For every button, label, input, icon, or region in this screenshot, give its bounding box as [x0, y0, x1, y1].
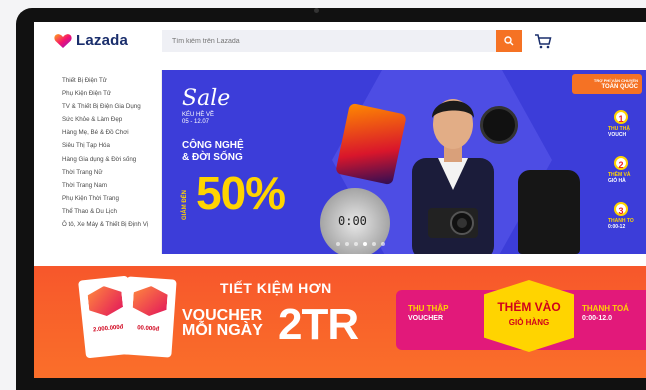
carousel-dot[interactable] — [372, 242, 376, 246]
promo-steps: THU THẬP VOUCHER THÊM VÀO GIỎ HÀNG THANH… — [396, 280, 646, 352]
voucher-card: 00.000đ — [121, 276, 177, 358]
carousel-dots — [336, 242, 385, 246]
category-item[interactable]: Thiết Bị Điện Tử — [54, 74, 161, 87]
gift-box-icon — [87, 284, 124, 317]
lazada-heart-icon — [54, 33, 72, 48]
carousel-dot[interactable] — [381, 242, 385, 246]
free-shipping-line-2: TOÀN QUỐC — [601, 84, 638, 90]
headline-line-1: CÔNG NGHỆ — [182, 140, 244, 151]
category-item[interactable]: Phụ Kiện Thời Trang — [54, 192, 161, 205]
carousel-dot[interactable] — [345, 242, 349, 246]
promo-step: THU THẬP VOUCHER — [408, 304, 448, 322]
category-item[interactable]: Hàng Mẹ, Bé & Đồ Chơi — [54, 126, 161, 139]
hero-step-sub: GIỎ HÀ — [608, 178, 626, 184]
air-fryer-image — [518, 170, 580, 254]
promo-step-label: THANH TOÁ — [582, 304, 629, 313]
category-item[interactable]: Sức Khỏe & Làm Đẹp — [54, 113, 161, 126]
category-item[interactable]: Thời Trang Nữ — [54, 166, 161, 179]
promo-step-label: THU THẬP — [408, 304, 449, 313]
hero-steps: 1 THU THẬ VOUCH 2 THÊM VÀ GIỎ HÀ 3 THANH… — [608, 110, 646, 250]
hero-step-number: 2 — [614, 156, 628, 170]
browser-screen: Lazada Thiết Bị Điện Tử Phụ Kiện Điệ — [34, 22, 646, 378]
promo-amount: 2TR — [278, 300, 359, 349]
carousel-dot[interactable] — [354, 242, 358, 246]
speaker-clock: 0:00 — [338, 214, 367, 228]
category-item[interactable]: TV & Thiết Bị Điện Gia Dụng — [54, 100, 161, 113]
lazada-logo[interactable]: Lazada — [54, 32, 128, 49]
presenter-image — [412, 99, 494, 254]
promo-step-sub: GIỎ HÀNG — [508, 318, 550, 327]
promo-voucher-line-1: VOUCHER — [182, 307, 263, 324]
hero-step: 2 THÊM VÀ GIỎ HÀ — [608, 156, 646, 184]
category-item[interactable]: Ô tô, Xe Máy & Thiết Bị Định Vị — [54, 218, 161, 231]
promo-step-sub: 0:00-12.0 — [582, 315, 612, 322]
hero-step-number: 3 — [614, 202, 628, 216]
search-icon — [504, 36, 514, 46]
discount-value: 50% — [196, 167, 286, 219]
free-shipping-line-1: TRỢ PHÍ VẬN CHUYỂN — [593, 78, 638, 83]
voucher-card-amount: 00.000đ — [136, 325, 160, 333]
search-input[interactable] — [162, 30, 496, 53]
voucher-promo-banner[interactable]: 2.000.000đ 00.000đ TIẾT KIỆM HƠN VOUCHER… — [34, 266, 646, 378]
hero-step: 1 THU THẬ VOUCH — [608, 110, 646, 138]
logo-text: Lazada — [76, 32, 129, 49]
category-item[interactable]: Phụ Kiện Điện Tử — [54, 87, 161, 100]
hero-step: 3 THANH TO 0:00-12 — [608, 202, 646, 230]
search-bar — [162, 30, 496, 53]
category-item[interactable]: Thể Thao & Du Lịch — [54, 205, 161, 218]
site-header: Lazada — [34, 22, 646, 62]
sale-subtitle-line: KÉU HÈ VỀ — [182, 112, 215, 118]
carousel-dot[interactable] — [336, 242, 340, 246]
webcam — [314, 8, 319, 13]
category-menu: Thiết Bị Điện Tử Phụ Kiện Điện Tử TV & T… — [54, 70, 162, 254]
hero-step-sub: 0:00-12 — [608, 224, 626, 230]
category-item[interactable]: Hàng Gia dụng & Đời sống — [54, 153, 161, 166]
cart-icon[interactable] — [534, 32, 552, 50]
promo-step: THANH TOÁ 0:00-12.0 — [582, 304, 629, 322]
search-button[interactable] — [496, 30, 522, 52]
promo-step-highlight: THÊM VÀO GIỎ HÀNG — [484, 280, 574, 352]
headline-line-2: & ĐỜI SỐNG — [182, 152, 243, 163]
category-item[interactable]: Thời Trang Nam — [54, 179, 161, 192]
promo-headline: TIẾT KIỆM HƠN — [220, 280, 332, 296]
sale-date: 05 - 12.07 — [182, 119, 210, 125]
sale-title: Sale — [182, 86, 231, 111]
carousel-dot-active[interactable] — [363, 242, 367, 246]
hero-banner[interactable]: Sale KÉU HÈ VỀ 05 - 12.07 CÔNG NGHỆ & ĐỜ… — [162, 70, 646, 254]
sale-subtitle: KÉU HÈ VỀ 05 - 12.07 — [182, 112, 214, 126]
promo-step-label: THÊM VÀO — [497, 300, 561, 314]
gift-box-icon — [132, 285, 168, 317]
free-shipping-badge: TRỢ PHÍ VẬN CHUYỂN TOÀN QUỐC — [572, 74, 642, 94]
hero-step-sub: VOUCH — [608, 132, 627, 138]
device-frame: Lazada Thiết Bị Điện Tử Phụ Kiện Điệ — [0, 0, 646, 390]
hero-headline: CÔNG NGHỆ & ĐỜI SỐNG — [182, 140, 244, 164]
promo-step-sub: VOUCHER — [408, 315, 444, 322]
hero-step-number: 1 — [614, 110, 628, 124]
discount-prefix: GIẢM ĐẾN — [182, 190, 188, 220]
category-item[interactable]: Siêu Thị Tạp Hóa — [54, 139, 161, 152]
promo-voucher-text: VOUCHER MỖI NGÀY — [182, 307, 263, 339]
promo-voucher-line-2: MỖI NGÀY — [182, 322, 263, 339]
